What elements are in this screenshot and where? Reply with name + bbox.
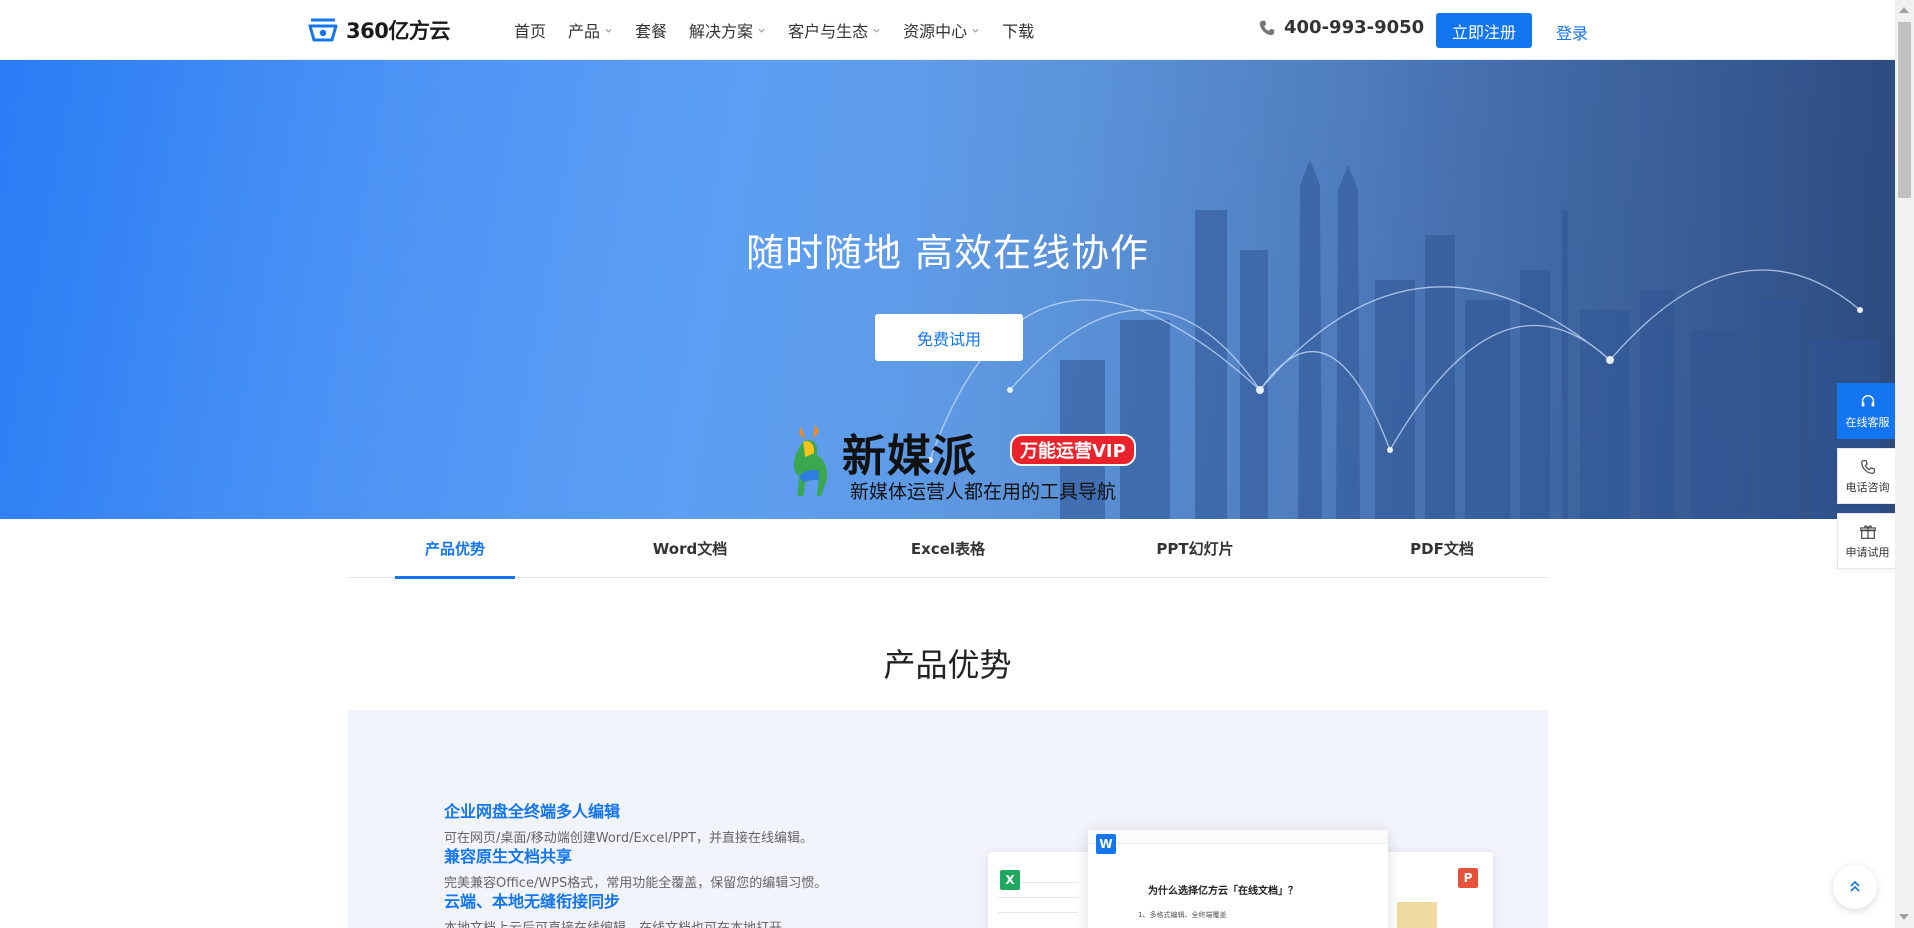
feature-title: 兼容原生文档共享	[444, 847, 573, 866]
site-header: 360亿方云 首页 产品 套餐 解决方案 客户与生态 资源中心 下载 400-9…	[0, 0, 1895, 60]
float-label: 在线客服	[1845, 415, 1890, 429]
mockup-line: 1、多格式编辑、全终端覆盖	[1138, 911, 1227, 919]
ppt-badge-icon: P	[1458, 868, 1478, 888]
feature-item: 云端、本地无缝衔接同步 本地文档上云后可直接在线编辑，在线文档也可在本地打开。	[444, 888, 795, 928]
nav-download[interactable]: 下载	[1002, 18, 1034, 42]
nav-label: 下载	[1002, 22, 1035, 41]
phone-consult-button[interactable]: 电话咨询	[1837, 448, 1897, 504]
ad-subtitle: 新媒体运营人都在用的工具导航	[850, 481, 1117, 503]
ppt-preview	[1383, 852, 1493, 928]
feature-item: 兼容原生文档共享 完美兼容Office/WPS格式，常用功能全覆盖，保留您的编辑…	[444, 843, 827, 891]
tab-word[interactable]: Word文档	[630, 519, 750, 578]
feature-panel: 企业网盘全终端多人编辑 可在网页/桌面/移动端创建Word/Excel/PPT，…	[348, 710, 1548, 928]
chevron-down-icon	[972, 28, 979, 33]
document-mockup: 为什么选择亿方云「在线文档」？ 1、多格式编辑、全终端覆盖 W X P	[988, 830, 1508, 928]
brand-logo[interactable]: 360亿方云	[308, 14, 450, 46]
chevron-down-icon	[605, 28, 612, 33]
tab-advantages[interactable]: 产品优势	[395, 519, 515, 579]
login-link[interactable]: 登录	[1556, 20, 1588, 44]
nav-label: 解决方案	[689, 22, 754, 41]
page-scrollbar[interactable]	[1895, 0, 1914, 928]
nav-label: 套餐	[635, 22, 668, 41]
hero-banner: 随时随地 高效在线协作 免费试用 新媒派 万能运营VIP 新媒体运营人都在用的工…	[0, 60, 1895, 519]
feature-title: 云端、本地无缝衔接同步	[444, 892, 621, 911]
apply-trial-button[interactable]: 申请试用	[1837, 513, 1897, 569]
nav-products[interactable]: 产品	[568, 18, 613, 42]
nav-label: 产品	[568, 22, 601, 41]
scroll-up-arrow-icon[interactable]	[1899, 7, 1909, 13]
word-preview: 为什么选择亿方云「在线文档」？ 1、多格式编辑、全终端覆盖	[1088, 830, 1388, 928]
double-chevron-up-icon	[1850, 880, 1860, 892]
nav-customers[interactable]: 客户与生态	[788, 18, 881, 42]
float-label: 电话咨询	[1845, 480, 1890, 494]
mockup-doc-title: 为什么选择亿方云「在线文档」？	[1148, 886, 1298, 897]
feature-title: 企业网盘全终端多人编辑	[444, 802, 621, 821]
free-trial-button[interactable]: 免费试用	[875, 314, 1023, 361]
scroll-down-arrow-icon[interactable]	[1899, 914, 1909, 920]
register-button[interactable]: 立即注册	[1436, 13, 1532, 48]
phone-icon	[1259, 20, 1275, 35]
ad-badge: 万能运营VIP	[1010, 434, 1136, 466]
phone-text: 400-993-9050	[1284, 17, 1425, 38]
section-title: 产品优势	[883, 646, 1012, 684]
nav-resources[interactable]: 资源中心	[903, 18, 980, 42]
nav-plans[interactable]: 套餐	[635, 18, 667, 42]
main-nav: 首页 产品 套餐 解决方案 客户与生态 资源中心 下载	[514, 0, 1056, 60]
deer-logo-icon	[793, 423, 828, 497]
cloud-logo-icon	[308, 18, 338, 42]
tab-excel[interactable]: Excel表格	[888, 519, 1008, 578]
nav-solutions[interactable]: 解决方案	[689, 18, 766, 42]
nav-home[interactable]: 首页	[514, 18, 546, 42]
back-to-top-button[interactable]	[1833, 865, 1877, 909]
chevron-down-icon	[873, 28, 880, 33]
promo-ad[interactable]: 新媒派 万能运营VIP 新媒体运营人都在用的工具导航	[780, 420, 1140, 505]
phone-icon	[1860, 459, 1875, 474]
headset-icon	[1861, 394, 1874, 406]
brand-name: 360亿方云	[346, 19, 450, 43]
phone-number: 400-993-9050	[1258, 17, 1424, 38]
tab-ppt[interactable]: PPT幻灯片	[1135, 519, 1255, 578]
online-service-button[interactable]: 在线客服	[1837, 383, 1897, 439]
feature-desc: 本地文档上云后可直接在线编辑，在线文档也可在本地打开。	[444, 917, 795, 928]
hero-title: 随时随地 高效在线协作	[745, 231, 1150, 275]
product-tabs: 产品优势 Word文档 Excel表格 PPT幻灯片 PDF文档	[348, 519, 1548, 579]
excel-badge-icon: X	[1000, 870, 1020, 890]
feature-item: 企业网盘全终端多人编辑 可在网页/桌面/移动端创建Word/Excel/PPT，…	[444, 798, 813, 846]
gift-icon	[1859, 524, 1876, 539]
excel-preview	[988, 852, 1098, 928]
nav-label: 首页	[514, 22, 547, 41]
scroll-thumb[interactable]	[1898, 22, 1911, 198]
tab-pdf[interactable]: PDF文档	[1382, 519, 1502, 578]
editor-toolbar	[1088, 830, 1388, 844]
nav-label: 资源中心	[903, 22, 968, 41]
word-badge-icon: W	[1096, 834, 1116, 854]
nav-label: 客户与生态	[788, 22, 869, 41]
float-label: 申请试用	[1845, 545, 1890, 559]
chevron-down-icon	[758, 28, 765, 33]
ad-title: 新媒派	[842, 431, 977, 482]
